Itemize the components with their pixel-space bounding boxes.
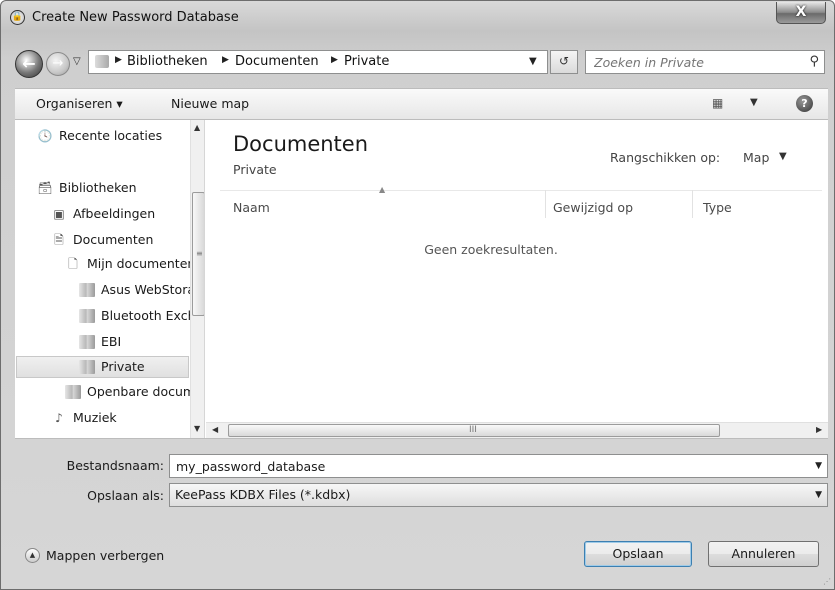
library-subtitle: Private (233, 162, 277, 177)
nav-item-label: Bibliotheken (59, 180, 137, 195)
window-title: Create New Password Database (32, 10, 239, 25)
filename-input[interactable] (174, 457, 798, 475)
column-header-modified[interactable]: Gewijzigd op (553, 200, 633, 226)
nav-pane-scrollbar[interactable]: ▲ ≡ ▼ (190, 120, 204, 438)
collapse-arrow-icon[interactable]: ▲ (25, 548, 40, 563)
document-icon: 🗋 (68, 257, 78, 271)
empty-results-message: Geen zoekresultaten. (424, 242, 558, 257)
folder-icon (95, 55, 109, 68)
scrollbar-thumb[interactable]: III (228, 424, 720, 437)
file-list-horizontal-scrollbar[interactable]: ◀ III ▶ (206, 422, 828, 438)
column-header-type[interactable]: Type (703, 200, 732, 226)
close-button[interactable]: X (776, 2, 826, 24)
hide-folders-label[interactable]: Mappen verbergen (46, 548, 164, 563)
breadcrumb-separator-icon[interactable]: ▶ (331, 55, 338, 65)
scrollbar-thumb[interactable]: ≡ (192, 192, 204, 316)
folder-icon (65, 385, 81, 399)
music-icon: ♪ (55, 411, 63, 425)
grip-icon: III (469, 425, 477, 435)
arrange-by-dropdown[interactable]: Map (743, 150, 769, 165)
filetype-label: Opslaan als: (87, 488, 164, 503)
filename-label: Bestandsnaam: (66, 458, 164, 473)
folder-icon (79, 283, 95, 297)
refresh-button[interactable]: ↺ (550, 50, 578, 74)
nav-item-label: Private (101, 359, 145, 374)
library-title: Documenten (233, 132, 369, 156)
filetype-value: KeePass KDBX Files (*.kdbx) (175, 487, 351, 502)
cancel-button[interactable]: Annuleren (708, 541, 819, 567)
column-header-divider (220, 190, 822, 191)
sort-ascending-icon: ▲ (379, 185, 386, 194)
folder-icon (79, 335, 95, 349)
nav-item-label: EBI (101, 334, 122, 349)
scroll-down-icon[interactable]: ▼ (194, 424, 200, 433)
breadcrumb-private[interactable]: Private (344, 54, 389, 69)
scroll-up-icon[interactable]: ▲ (194, 123, 200, 132)
scroll-right-icon[interactable]: ▶ (816, 425, 822, 434)
change-view-icon[interactable]: ▦ (712, 96, 723, 110)
recent-places-icon: 🕓 (37, 129, 53, 143)
folder-icon (79, 309, 95, 323)
column-divider[interactable] (692, 190, 693, 218)
view-options-dropdown-icon[interactable]: ▼ (750, 97, 758, 108)
nav-item-label: Documenten (73, 232, 154, 247)
breadcrumb-separator-icon[interactable]: ▶ (115, 55, 122, 65)
search-input[interactable] (590, 53, 798, 71)
address-bar[interactable]: ▶ Bibliotheken ▶ Documenten ▶ Private ▼ (88, 50, 548, 74)
nav-item-label: Openbare documenten (87, 384, 204, 399)
forward-button[interactable]: → (46, 52, 70, 76)
breadcrumb-bibliotheken[interactable]: Bibliotheken (127, 54, 208, 69)
documents-icon: 🗎 (54, 233, 64, 247)
resize-grip-icon[interactable]: ⋰ (823, 577, 831, 586)
nav-item-label: Muziek (73, 410, 117, 425)
arrange-dropdown-icon[interactable]: ▼ (779, 151, 787, 162)
arrange-by-label: Rangschikken op: (610, 150, 721, 165)
title-bar: 🔒 Create New Password Database X (1, 1, 834, 35)
main-area: 🕓 Recente locaties 🗃 Bibliotheken ▣ Afbe… (15, 120, 828, 439)
search-icon[interactable]: ⚲ (809, 54, 819, 69)
column-header-name[interactable]: Naam (233, 200, 270, 226)
file-list-pane: Documenten Private Rangschikken op: Map … (206, 120, 828, 438)
nav-item-label: Mijn documenten (87, 256, 196, 271)
nav-item-label: Recente locaties (59, 128, 163, 143)
organize-button[interactable]: Organiseren ▾ (36, 96, 123, 111)
libraries-icon: 🗃 (37, 181, 53, 195)
pictures-icon: ▣ (53, 207, 65, 221)
new-folder-button[interactable]: Nieuwe map (171, 96, 249, 111)
column-divider[interactable] (545, 190, 546, 218)
back-button[interactable]: ← (15, 50, 43, 78)
keepass-lock-icon: 🔒 (10, 10, 25, 25)
save-button[interactable]: Opslaan (584, 541, 692, 567)
nav-item-label: Afbeeldingen (73, 206, 156, 221)
filename-combobox[interactable]: ▼ (169, 454, 828, 478)
address-dropdown-icon[interactable]: ▼ (529, 56, 537, 67)
grip-icon: ≡ (196, 249, 203, 258)
filetype-select[interactable]: KeePass KDBX Files (*.kdbx) ▼ (169, 483, 828, 507)
help-icon[interactable]: ? (796, 95, 813, 112)
search-box[interactable]: ⚲ (585, 50, 825, 74)
breadcrumb-separator-icon[interactable]: ▶ (222, 55, 229, 65)
save-dialog-window: 🔒 Create New Password Database X ← → ▽ ▶… (0, 0, 835, 590)
chevron-down-icon[interactable]: ▼ (815, 490, 822, 500)
scroll-left-icon[interactable]: ◀ (212, 425, 218, 434)
chevron-down-icon[interactable]: ▼ (815, 461, 822, 471)
command-toolbar: Organiseren ▾ Nieuwe map ▦ ▼ ? (15, 88, 828, 120)
navigation-pane: 🕓 Recente locaties 🗃 Bibliotheken ▣ Afbe… (15, 120, 205, 438)
folder-icon (79, 360, 95, 374)
breadcrumb-documenten[interactable]: Documenten (235, 54, 319, 69)
recent-pages-dropdown[interactable]: ▽ (73, 56, 81, 67)
